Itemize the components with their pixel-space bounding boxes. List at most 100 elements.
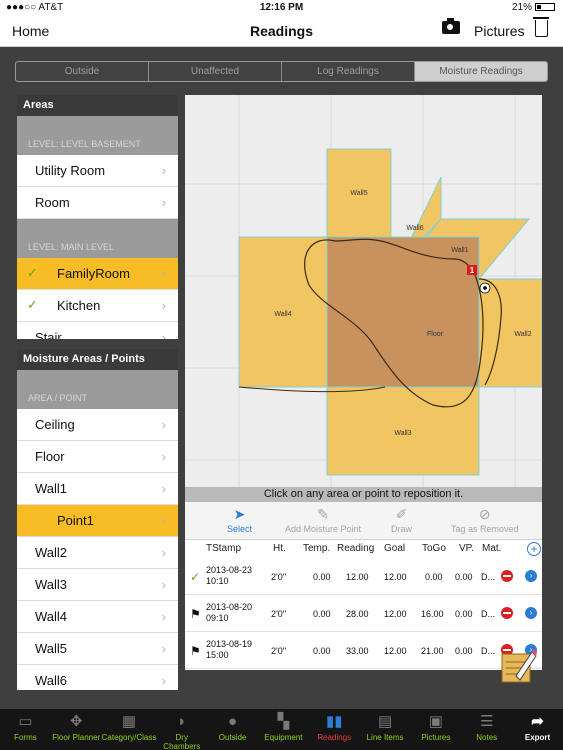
area-item-label: Kitchen (57, 298, 101, 313)
add-moisture-point-button[interactable]: ✎ Add Moisture Point (285, 506, 361, 534)
trash-icon[interactable] (533, 17, 549, 37)
reading-time: 15:00 (206, 650, 229, 660)
wall5-label: Wall5 (350, 190, 367, 197)
row-detail-icon[interactable]: › (525, 570, 537, 582)
tab-dry-chambers[interactable]: ◗ Dry Chambers (156, 709, 207, 750)
tab-notes[interactable]: ☰ Notes (461, 709, 512, 750)
reading-date: 2013-08-19 (206, 639, 253, 649)
area-item-stair[interactable]: Stair › (17, 322, 178, 339)
delete-reading-icon[interactable] (501, 570, 513, 582)
col-temp: Temp. (303, 543, 331, 554)
picture-frame-icon: ▣ (428, 713, 443, 730)
wall3-label: Wall3 (394, 430, 411, 437)
camera-icon[interactable] (442, 18, 460, 34)
reading-goal: 12.00 (384, 609, 407, 619)
point-item-wall2[interactable]: Wall2 › (17, 537, 178, 569)
tag-icon: ⊘ (478, 506, 491, 522)
segment-log-readings[interactable]: Log Readings (282, 62, 415, 81)
wall2-area[interactable] (478, 278, 542, 388)
point-item-label: Wall5 (35, 641, 68, 656)
flag-icon: ⚑ (190, 644, 201, 658)
point-item-wall6[interactable]: Wall6 › (17, 665, 178, 690)
tab-label: Readings (317, 733, 352, 742)
location-pin-icon: ● (228, 713, 238, 730)
tab-export[interactable]: ➦ Export (512, 709, 563, 750)
area-item-kitchen[interactable]: ✓ Kitchen › (17, 290, 178, 322)
tab-forms[interactable]: ▭ Forms (0, 709, 51, 750)
tab-outside[interactable]: ● Outside (207, 709, 258, 750)
table-row[interactable]: ⚑ 2013-08-20 09:10 2'0'' 0.00 28.00 12.00… (185, 595, 542, 632)
chevron-right-icon: › (161, 673, 166, 688)
table-row[interactable]: ⚑ 2013-08-19 15:00 2'0'' 0.00 33.00 12.00… (185, 632, 542, 669)
bar-chart-icon: ▮▮ (325, 713, 343, 730)
section-area-point: AREA / POINT (17, 370, 178, 409)
segment-unaffected[interactable]: Unaffected (149, 62, 282, 81)
chevron-right-icon: › (161, 577, 166, 592)
quick-note-icon[interactable] (498, 648, 538, 686)
segment-outside[interactable]: Outside (16, 62, 149, 81)
move-icon: ✥ (69, 713, 83, 730)
reading-timestamp: 2013-08-23 10:10 (206, 565, 252, 587)
area-item-utility-room[interactable]: Utility Room › (17, 155, 178, 187)
reading-timestamp: 2013-08-20 09:10 (206, 602, 252, 624)
reading-goal: 12.00 (384, 646, 407, 656)
chevron-right-icon: › (161, 545, 166, 560)
point-marker-number: 1 (470, 266, 475, 275)
point-item-label: Wall2 (35, 545, 68, 560)
table-row[interactable]: ✓ 2013-08-23 10:10 2'0'' 0.00 12.00 12.00… (185, 558, 542, 595)
draw-tool-button[interactable]: ✐ Draw (391, 506, 412, 534)
point-item-wall1[interactable]: Wall1 › (17, 473, 178, 505)
area-item-label: Utility Room (35, 163, 106, 178)
flag-icon: ⚑ (190, 607, 201, 621)
area-item-room[interactable]: Room › (17, 187, 178, 219)
chevron-right-icon: › (161, 641, 166, 656)
tab-floor-planner[interactable]: ✥ Floor Planner (51, 709, 102, 750)
segment-moisture-readings[interactable]: Moisture Readings (415, 62, 547, 81)
tag-as-removed-button[interactable]: ⊘ Tag as Removed (451, 506, 519, 534)
select-tool-button[interactable]: ➤ Select (227, 506, 252, 534)
point-item-floor[interactable]: Floor › (17, 441, 178, 473)
area-item-familyroom[interactable]: ✓ FamilyRoom › (17, 258, 178, 290)
tab-category-class[interactable]: ▦ Category/Class (102, 709, 157, 750)
tab-label: Equipment (264, 733, 303, 742)
chevron-right-icon: › (161, 163, 166, 178)
point-item-wall4[interactable]: Wall4 › (17, 601, 178, 633)
tray-icon: ▤ (377, 713, 393, 730)
canvas-hint: Click on any area or point to reposition… (185, 487, 542, 502)
chevron-right-icon: › (161, 266, 166, 281)
reading-time: 10:10 (206, 576, 229, 586)
notes-icon: ☰ (479, 713, 494, 730)
move-handle-icon[interactable] (479, 282, 491, 294)
delete-reading-icon[interactable] (501, 607, 513, 619)
point-item-point1[interactable]: Point1 › (17, 505, 178, 537)
reading-value: 33.00 (346, 646, 369, 656)
tab-readings[interactable]: ▮▮ Readings (309, 709, 360, 750)
table-header: TStamp Ht. Temp. Reading Goal ToGo VP. M… (185, 540, 542, 558)
pictures-button[interactable]: Pictures (474, 23, 525, 39)
reading-temp: 0.00 (313, 646, 331, 656)
readings-table: TStamp Ht. Temp. Reading Goal ToGo VP. M… (185, 540, 542, 670)
chevron-right-icon: › (161, 609, 166, 624)
floor-plan-canvas[interactable]: Wall5 Wall6 Wall1 Wall4 Floor Wall2 Wall… (185, 95, 542, 487)
area-item-label: Stair (35, 330, 62, 339)
tab-pictures[interactable]: ▣ Pictures (410, 709, 461, 750)
add-reading-button[interactable]: + (527, 542, 541, 556)
area-item-label: FamilyRoom (57, 266, 130, 281)
point-item-wall5[interactable]: Wall5 › (17, 633, 178, 665)
moisture-point-marker[interactable]: 1 (467, 265, 477, 275)
reading-togo: 21.00 (421, 646, 444, 656)
point-item-label: Wall3 (35, 577, 68, 592)
reading-togo: 16.00 (421, 609, 444, 619)
row-detail-icon[interactable]: › (525, 607, 537, 619)
reading-vp: 0.00 (455, 646, 473, 656)
point-item-label: Ceiling (35, 417, 75, 432)
point-item-ceiling[interactable]: Ceiling › (17, 409, 178, 441)
point-item-wall3[interactable]: Wall3 › (17, 569, 178, 601)
tab-equipment[interactable]: ▚ Equipment (258, 709, 309, 750)
reading-value: 12.00 (346, 572, 369, 582)
drawing-toolbar: ➤ Select ✎ Add Moisture Point ✐ Draw ⊘ T… (185, 502, 542, 540)
col-tstamp: TStamp (206, 543, 242, 554)
tab-line-items[interactable]: ▤ Line Items (360, 709, 411, 750)
tab-label: Export (524, 733, 551, 742)
reading-material: D... (481, 572, 496, 582)
